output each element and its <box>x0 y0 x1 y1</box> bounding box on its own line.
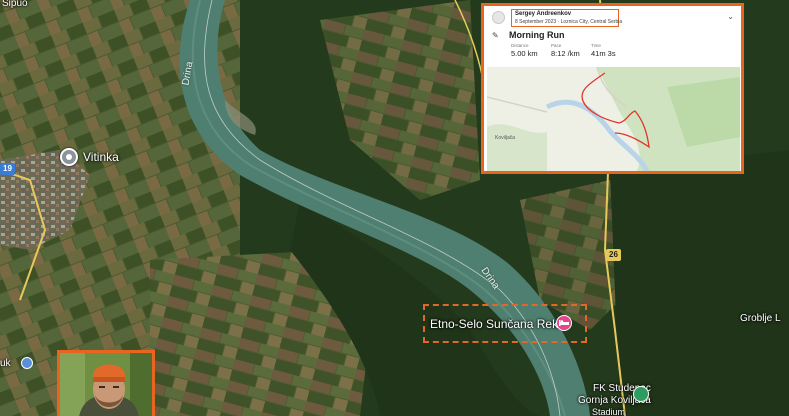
road-shield-26: 26 <box>606 249 621 261</box>
athlete-avatar[interactable] <box>492 11 505 24</box>
route-map-graphic: Koviljača <box>487 67 740 171</box>
stat-pace: Pace 8:12 /km <box>551 43 580 58</box>
stat-time: Time 41m 3s <box>591 43 616 58</box>
stat-distance: Distance 5.00 km <box>511 43 538 58</box>
stadium-pin-icon[interactable] <box>633 386 649 402</box>
stat-value: 8:12 /km <box>551 49 580 58</box>
activity-header: Sergey Andreenkov 8 September 2023 · Loz… <box>488 8 740 28</box>
shoe-icon: ✎ <box>492 31 499 40</box>
hotel-label[interactable]: Etno-Selo Sunčana Reka <box>430 317 565 331</box>
athlete-highlight-box: Sergey Andreenkov 8 September 2023 · Loz… <box>511 9 623 27</box>
route-map-town-label: Koviljača <box>495 135 515 141</box>
athlete-name[interactable]: Sergey Andreenkov <box>515 11 571 17</box>
stadium-label: Stadium <box>592 407 626 416</box>
stat-label: Distance <box>511 43 529 48</box>
webcam-overlay <box>57 350 155 416</box>
stadium-icon[interactable] <box>21 357 33 369</box>
stat-value: 5.00 km <box>511 49 538 58</box>
stat-label: Time <box>591 43 601 48</box>
activity-title[interactable]: Morning Run <box>509 30 565 40</box>
place-label-groblje[interactable]: Groblje L <box>740 313 781 324</box>
place-label-uk: uk <box>0 358 11 369</box>
activity-route-map[interactable]: Koviljača <box>487 67 740 171</box>
stat-value: 41m 3s <box>591 49 616 58</box>
place-label-sipuo: Šipuo <box>2 0 28 9</box>
strava-activity-card[interactable]: Sergey Andreenkov 8 September 2023 · Loz… <box>481 3 744 174</box>
vitinka-pin-icon[interactable] <box>60 148 78 166</box>
activity-date-location: 8 September 2023 · Loznica City, Central… <box>515 19 623 25</box>
road-shield-19: 19 <box>0 163 15 175</box>
place-label-vitinka[interactable]: Vitinka <box>83 150 119 164</box>
chevron-down-icon[interactable]: ⌄ <box>727 12 734 21</box>
stat-label: Pace <box>551 43 562 48</box>
streamer-face-image <box>60 353 152 416</box>
hotel-bed-icon[interactable] <box>556 315 572 331</box>
